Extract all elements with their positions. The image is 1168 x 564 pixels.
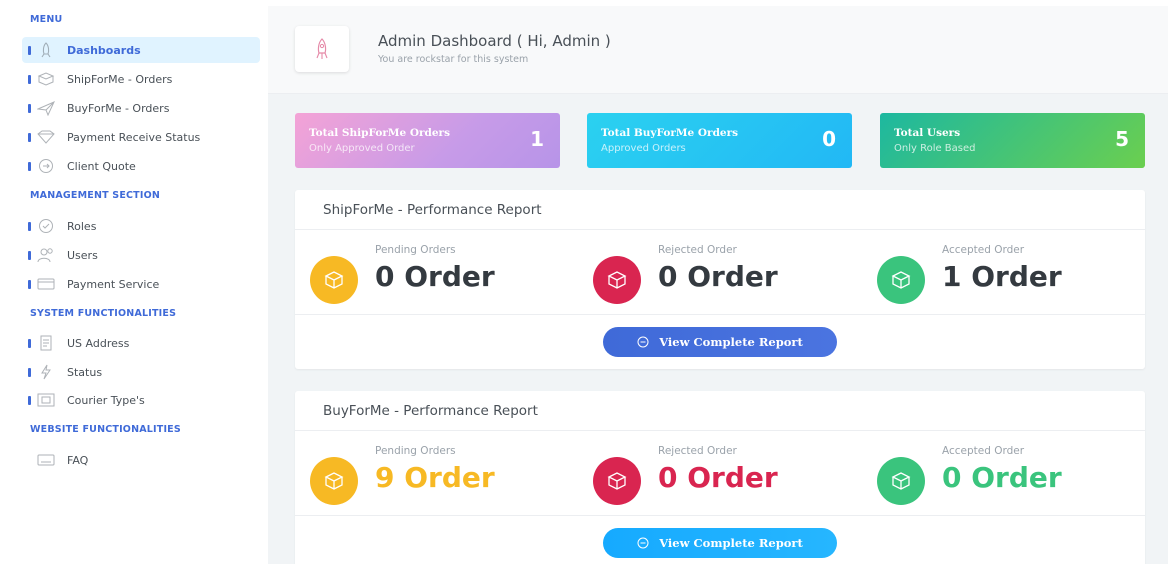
stat-value: 5 <box>1115 127 1129 151</box>
plane-icon <box>37 99 55 117</box>
sidebar-item-label: Payment Service <box>67 277 160 291</box>
box-icon <box>593 256 641 304</box>
shipforme-report-card: ShipForMe - Performance Report Pending O… <box>295 190 1145 369</box>
sidebar-item-client-quote[interactable]: Client Quote <box>22 153 260 179</box>
metric-value: 1 Order <box>942 260 1062 293</box>
section-system: SYSTEM FUNCTIONALITIES <box>30 308 177 319</box>
sidebar-item-label: Payment Receive Status <box>67 130 201 144</box>
sidebar-item-label: Dashboards <box>67 43 141 57</box>
sidebar-item-label: Client Quote <box>67 159 136 173</box>
card-icon <box>37 275 55 293</box>
sidebar-item-label: BuyForMe - Orders <box>67 101 170 115</box>
card-footer: View Complete Report <box>295 515 1145 564</box>
page-header: Admin Dashboard ( Hi, Admin ) You are ro… <box>268 6 1168 94</box>
metric-label: Rejected Order <box>658 244 737 256</box>
box-icon <box>310 256 358 304</box>
arrow-circle-icon <box>37 157 55 175</box>
keyboard-icon <box>37 451 55 469</box>
button-label: View Complete Report <box>659 335 803 349</box>
check-circle-icon <box>37 217 55 235</box>
metric-value: 0 Order <box>658 260 778 293</box>
metric-label: Pending Orders <box>375 244 456 256</box>
sidebar-item-courier-types[interactable]: Courier Type's <box>22 387 260 413</box>
sidebar-item-payment-receive-status[interactable]: Payment Receive Status <box>22 124 260 150</box>
page-subtitle: You are rockstar for this system <box>378 54 529 65</box>
stat-subtitle: Only Approved Order <box>309 143 415 154</box>
section-management: MANAGEMENT SECTION <box>30 190 161 201</box>
view-complete-report-button[interactable]: View Complete Report <box>603 528 837 558</box>
sidebar-item-shipforme-orders[interactable]: ShipForMe - Orders <box>22 66 260 92</box>
metric-value: 0 Order <box>658 461 778 494</box>
card-title: BuyForMe - Performance Report <box>295 391 1145 431</box>
stat-value: 0 <box>822 127 836 151</box>
stat-title: Total BuyForMe Orders <box>601 127 739 139</box>
metric-label: Rejected Order <box>658 445 737 457</box>
stat-subtitle: Approved Orders <box>601 143 686 154</box>
section-website: WEBSITE FUNCTIONALITIES <box>30 424 181 435</box>
sidebar-item-label: Roles <box>67 219 97 233</box>
metric-value: 9 Order <box>375 461 495 494</box>
sidebar-item-label: FAQ <box>67 453 89 467</box>
sidebar-item-status[interactable]: Status <box>22 359 260 385</box>
button-label: View Complete Report <box>659 536 803 550</box>
card-footer: View Complete Report <box>295 314 1145 369</box>
circle-arrow-icon <box>637 336 649 348</box>
box-icon <box>37 70 55 88</box>
stat-card-buyforme: Total BuyForMe Orders Approved Orders 0 <box>587 113 852 168</box>
stat-title: Total ShipForMe Orders <box>309 127 450 139</box>
box-icon <box>310 457 358 505</box>
sidebar-item-us-address[interactable]: US Address <box>22 330 260 356</box>
stat-title: Total Users <box>894 127 961 139</box>
card-title: ShipForMe - Performance Report <box>295 190 1145 230</box>
box-icon <box>593 457 641 505</box>
sidebar-item-label: US Address <box>67 336 130 350</box>
metric-value: 0 Order <box>942 461 1062 494</box>
sidebar-item-label: ShipForMe - Orders <box>67 72 173 86</box>
metric-label: Pending Orders <box>375 445 456 457</box>
document-icon <box>37 334 55 352</box>
sidebar-item-label: Courier Type's <box>67 393 145 407</box>
sidebar-item-label: Status <box>67 365 103 379</box>
sidebar-item-dashboards[interactable]: Dashboards <box>22 37 260 63</box>
metric-label: Accepted Order <box>942 445 1025 457</box>
sidebar: MENU Dashboards ShipForMe - Orders BuyFo… <box>8 6 266 564</box>
circle-arrow-icon <box>637 537 649 549</box>
view-complete-report-button[interactable]: View Complete Report <box>603 327 837 357</box>
buyforme-report-card: BuyForMe - Performance Report Pending Or… <box>295 391 1145 564</box>
rocket-icon <box>37 41 55 59</box>
stat-card-shipforme: Total ShipForMe Orders Only Approved Ord… <box>295 113 560 168</box>
users-icon <box>37 246 55 264</box>
metric-label: Accepted Order <box>942 244 1025 256</box>
stat-subtitle: Only Role Based <box>894 143 976 154</box>
main-content: Admin Dashboard ( Hi, Admin ) You are ro… <box>268 6 1168 564</box>
sidebar-item-users[interactable]: Users <box>22 242 260 268</box>
page-title: Admin Dashboard ( Hi, Admin ) <box>378 32 611 50</box>
sidebar-item-label: Users <box>67 248 98 262</box>
stat-value: 1 <box>530 127 544 151</box>
sidebar-item-roles[interactable]: Roles <box>22 213 260 239</box>
box-icon <box>877 256 925 304</box>
monitor-icon <box>37 391 55 409</box>
section-menu: MENU <box>30 14 63 25</box>
diamond-icon <box>37 128 55 146</box>
rocket-icon <box>295 26 349 72</box>
stat-card-users: Total Users Only Role Based 5 <box>880 113 1145 168</box>
sidebar-item-faq[interactable]: FAQ <box>22 447 260 473</box>
lightning-icon <box>37 363 55 381</box>
metric-value: 0 Order <box>375 260 495 293</box>
sidebar-item-buyforme-orders[interactable]: BuyForMe - Orders <box>22 95 260 121</box>
box-icon <box>877 457 925 505</box>
sidebar-item-payment-service[interactable]: Payment Service <box>22 271 260 297</box>
